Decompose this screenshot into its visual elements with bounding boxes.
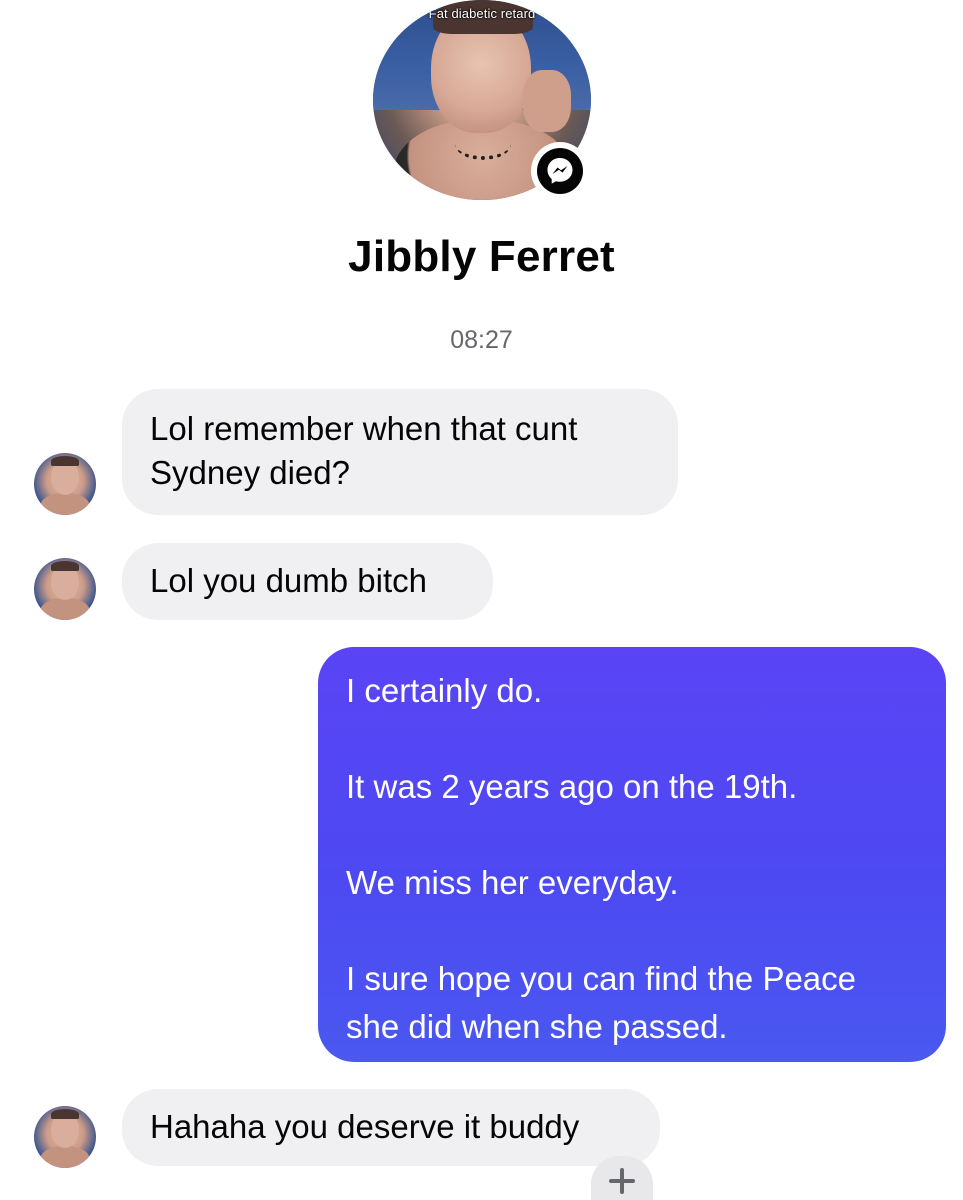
avatar-necklace <box>455 128 511 160</box>
sender-avatar[interactable] <box>34 453 96 515</box>
sender-avatar[interactable] <box>34 1106 96 1168</box>
avatar-hand <box>523 70 571 132</box>
avatar-body <box>40 598 90 620</box>
sender-avatar[interactable] <box>34 558 96 620</box>
outgoing-message-bubble[interactable]: I certainly do. It was 2 years ago on th… <box>318 647 946 1062</box>
avatar-hair <box>51 456 79 466</box>
avatar-body <box>40 1146 90 1168</box>
avatar-body <box>40 493 90 515</box>
avatar-hair <box>51 561 79 571</box>
avatar-hair <box>51 1109 79 1119</box>
plus-icon <box>609 1168 635 1194</box>
add-reaction-button[interactable] <box>591 1156 653 1200</box>
avatar-caption: Fat diabetic retard <box>428 6 536 21</box>
messenger-icon <box>531 142 589 200</box>
incoming-message-bubble[interactable]: Hahaha you deserve it buddy <box>122 1089 660 1166</box>
incoming-message-bubble[interactable]: Lol you dumb bitch <box>122 543 493 620</box>
contact-name: Jibbly Ferret <box>348 232 615 281</box>
messenger-bolt-icon <box>547 158 573 184</box>
message-timestamp: 08:27 <box>450 326 513 354</box>
incoming-message-bubble[interactable]: Lol remember when that cunt Sydney died? <box>122 389 678 515</box>
